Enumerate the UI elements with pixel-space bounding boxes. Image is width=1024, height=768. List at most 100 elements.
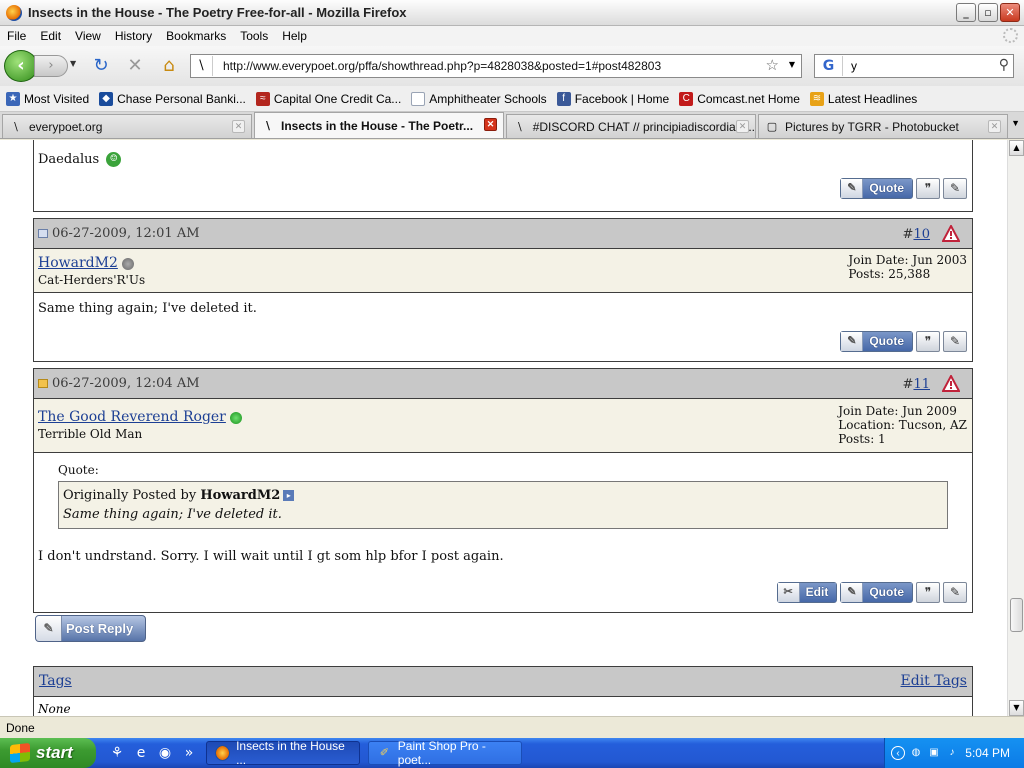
menu-view[interactable]: View <box>68 29 108 43</box>
minimize-button[interactable]: _ <box>956 3 976 22</box>
menu-edit[interactable]: Edit <box>33 29 68 43</box>
firefox-icon[interactable]: ◉ <box>156 744 174 762</box>
post-header: 06-27-2009, 12:01 AM #10 <box>34 219 972 249</box>
tags-box: Tags Edit Tags None <box>33 666 973 716</box>
post-body: I don't undrstand. Sorry. I will wait un… <box>38 549 504 564</box>
monitor-icon[interactable]: ▣ <box>927 746 941 760</box>
url-dropdown-icon[interactable]: ▼ <box>789 60 795 69</box>
post-status-icon <box>38 379 48 388</box>
tags-value: None <box>38 702 71 716</box>
taskbar-firefox[interactable]: Insects in the House ... <box>206 739 360 767</box>
tab-close-icon[interactable]: ✕ <box>988 120 1001 133</box>
tab-close-icon[interactable]: ✕ <box>484 118 497 131</box>
tab-strip: \ everypoet.org ✕ \ Insects in the House… <box>0 112 1024 139</box>
user-name-link[interactable]: The Good Reverend Roger <box>38 409 226 425</box>
tags-link[interactable]: Tags <box>39 673 72 689</box>
report-icon[interactable] <box>942 375 960 392</box>
post-user-info: HowardM2 Cat-Herders'R'Us Join Date: Jun… <box>34 249 972 293</box>
network-globe-icon[interactable]: ◍ <box>909 746 923 760</box>
post-number-link[interactable]: 11 <box>913 377 930 392</box>
tab-list-dropdown-icon[interactable]: ▼ <box>1011 118 1020 128</box>
forward-button[interactable]: › <box>34 55 68 77</box>
title-bar: Insects in the House - The Poetry Free-f… <box>0 0 1024 26</box>
scroll-down-arrow-icon[interactable]: ▼ <box>1009 700 1024 716</box>
quick-reply-button[interactable]: ✎ <box>943 331 967 352</box>
maximize-button[interactable]: ▫ <box>978 3 998 22</box>
post-user-info: The Good Reverend Roger Terrible Old Man… <box>34 399 972 453</box>
msn-icon[interactable]: ⚘ <box>108 744 126 762</box>
bookmark-star-icon[interactable]: ☆ <box>766 56 779 74</box>
tab-discord-chat[interactable]: \ #DISCORD CHAT // principiadiscordia.c.… <box>506 114 756 138</box>
more-chevron-icon[interactable]: » <box>180 744 198 762</box>
tab-insects-in-the-house[interactable]: \ Insects in the House - The Poetr... ✕ <box>254 112 504 138</box>
quote-label: Quote: <box>58 463 99 477</box>
home-icon[interactable]: ⌂ <box>156 53 182 79</box>
multi-quote-button[interactable]: ❞ <box>916 178 940 199</box>
post-date: 06-27-2009, 12:04 AM <box>52 376 200 391</box>
post-number-link[interactable]: 10 <box>913 227 930 242</box>
menu-bookmarks[interactable]: Bookmarks <box>159 29 233 43</box>
offline-status-icon <box>121 257 134 270</box>
show-hidden-icons-icon[interactable]: ‹ <box>891 746 905 760</box>
post-date: 06-27-2009, 12:01 AM <box>52 226 200 241</box>
bookmark-chase[interactable]: ◆ Chase Personal Banki... <box>99 91 246 106</box>
search-input[interactable]: y <box>843 59 857 73</box>
reload-icon[interactable]: ↻ <box>88 53 114 79</box>
edit-tags-link[interactable]: Edit Tags <box>901 673 967 689</box>
menu-help[interactable]: Help <box>275 29 314 43</box>
taskbar: start ⚘ e ◉ » Insects in the House ... ✐… <box>0 738 1024 768</box>
menu-file[interactable]: File <box>0 29 33 43</box>
bookmark-comcast[interactable]: C Comcast.net Home <box>679 91 800 106</box>
taskbar-paint-shop-pro[interactable]: ✐ Paint Shop Pro - poet... <box>368 739 522 767</box>
site-icon: \ <box>517 119 522 133</box>
post-reply-button[interactable]: ✎ Post Reply <box>35 615 147 642</box>
rss-icon: ≋ <box>809 91 824 106</box>
search-icon[interactable]: ⚲ <box>999 57 1009 73</box>
search-engine-icon[interactable]: G <box>815 56 843 76</box>
tab-close-icon[interactable]: ✕ <box>736 120 749 133</box>
history-dropdown-icon[interactable]: ▼ <box>70 59 76 68</box>
user-name-link[interactable]: HowardM2 <box>38 255 118 271</box>
bookmark-facebook[interactable]: f Facebook | Home <box>556 91 669 106</box>
quote-button[interactable]: ✎ Quote <box>840 178 913 199</box>
quote-icon: ✎ <box>841 179 864 198</box>
bookmark-capital-one[interactable]: ≈ Capital One Credit Ca... <box>255 91 401 106</box>
bookmark-amphitheater[interactable]: Amphitheater Schools <box>411 91 547 106</box>
scroll-thumb[interactable] <box>1010 598 1023 632</box>
back-button[interactable]: ‹ <box>4 50 38 82</box>
tab-photobucket[interactable]: ▢ Pictures by TGRR - Photobucket ✕ <box>758 114 1008 138</box>
user-stats: Join Date: Jun 2003 Posts: 25,388 <box>848 253 967 281</box>
chase-icon: ◆ <box>99 91 114 106</box>
view-post-arrow-icon[interactable]: ▸ <box>283 490 295 501</box>
url-bar[interactable]: \ http://www.everypoet.org/pffa/showthre… <box>190 54 802 78</box>
start-button[interactable]: start <box>0 738 96 768</box>
bookmark-most-visited[interactable]: ★ Most Visited <box>6 91 89 106</box>
post-10: 06-27-2009, 12:01 AM #10 HowardM2 Cat-He… <box>33 218 973 362</box>
quick-reply-button[interactable]: ✎ <box>943 178 967 199</box>
quote-button[interactable]: ✎ Quote <box>840 331 913 352</box>
system-tray: ‹ ◍ ▣ ♪ 5:04 PM <box>884 738 1024 768</box>
search-bar[interactable]: G y ⚲ <box>814 54 1014 78</box>
windows-logo-icon <box>10 742 30 764</box>
site-icon: \ <box>191 56 213 76</box>
tab-close-icon[interactable]: ✕ <box>232 120 245 133</box>
menu-history[interactable]: History <box>108 29 159 43</box>
bookmark-latest-headlines[interactable]: ≋ Latest Headlines <box>809 91 917 106</box>
volume-icon[interactable]: ♪ <box>945 746 959 760</box>
quick-reply-button[interactable]: ✎ <box>943 582 967 603</box>
quote-button[interactable]: ✎ Quote <box>840 582 913 603</box>
multi-quote-button[interactable]: ❞ <box>916 331 940 352</box>
menu-tools[interactable]: Tools <box>233 29 275 43</box>
url-text[interactable]: http://www.everypoet.org/pffa/showthread… <box>213 59 661 73</box>
multi-quote-button[interactable]: ❞ <box>916 582 940 603</box>
clock: 5:04 PM <box>965 746 1010 760</box>
report-icon[interactable] <box>942 225 960 242</box>
vertical-scrollbar[interactable]: ▲ ▼ <box>1007 140 1024 716</box>
close-button[interactable]: ✕ <box>1000 3 1020 22</box>
tab-everypoet[interactable]: \ everypoet.org ✕ <box>2 114 252 138</box>
stop-icon[interactable]: ✕ <box>122 53 148 79</box>
menu-bar: File Edit View History Bookmarks Tools H… <box>0 26 1024 46</box>
scroll-up-arrow-icon[interactable]: ▲ <box>1009 140 1024 156</box>
ie-icon[interactable]: e <box>132 744 150 762</box>
edit-button[interactable]: ✂ Edit <box>776 582 838 603</box>
